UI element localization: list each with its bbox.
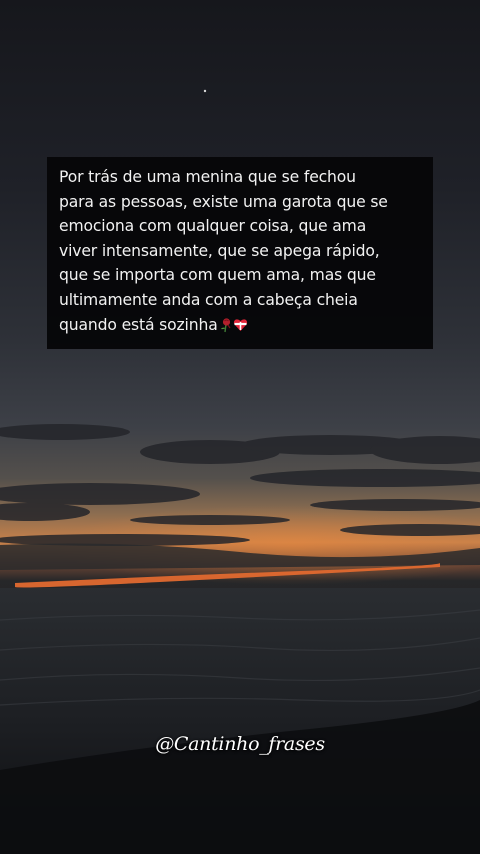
sunset-photo: Por trás de uma menina que se fechou par… — [0, 0, 480, 854]
quote-line-text: quando está sozinha — [59, 315, 218, 334]
quote-line: que se importa com quem ama, mas que — [59, 266, 376, 285]
sunset-sea-background — [0, 0, 480, 854]
quote-last-line: quando está sozinha — [59, 313, 423, 338]
quote-line: ultimamente anda com a cabeça cheia — [59, 290, 358, 309]
star — [203, 89, 207, 93]
quote-line: emociona com qualquer coisa, que ama — [59, 217, 367, 236]
heart-with-ribbon-icon — [233, 319, 247, 332]
wilted-rose-icon — [220, 318, 231, 333]
quote-line: viver intensamente, que se apega rápido, — [59, 241, 380, 260]
quote-line: para as pessoas, existe uma garota que s… — [59, 192, 388, 211]
watermark-handle: @Cantinho_frases — [155, 733, 325, 755]
quote-line: Por trás de uma menina que se fechou — [59, 168, 356, 186]
quote-box: Por trás de uma menina que se fechou par… — [47, 157, 433, 349]
